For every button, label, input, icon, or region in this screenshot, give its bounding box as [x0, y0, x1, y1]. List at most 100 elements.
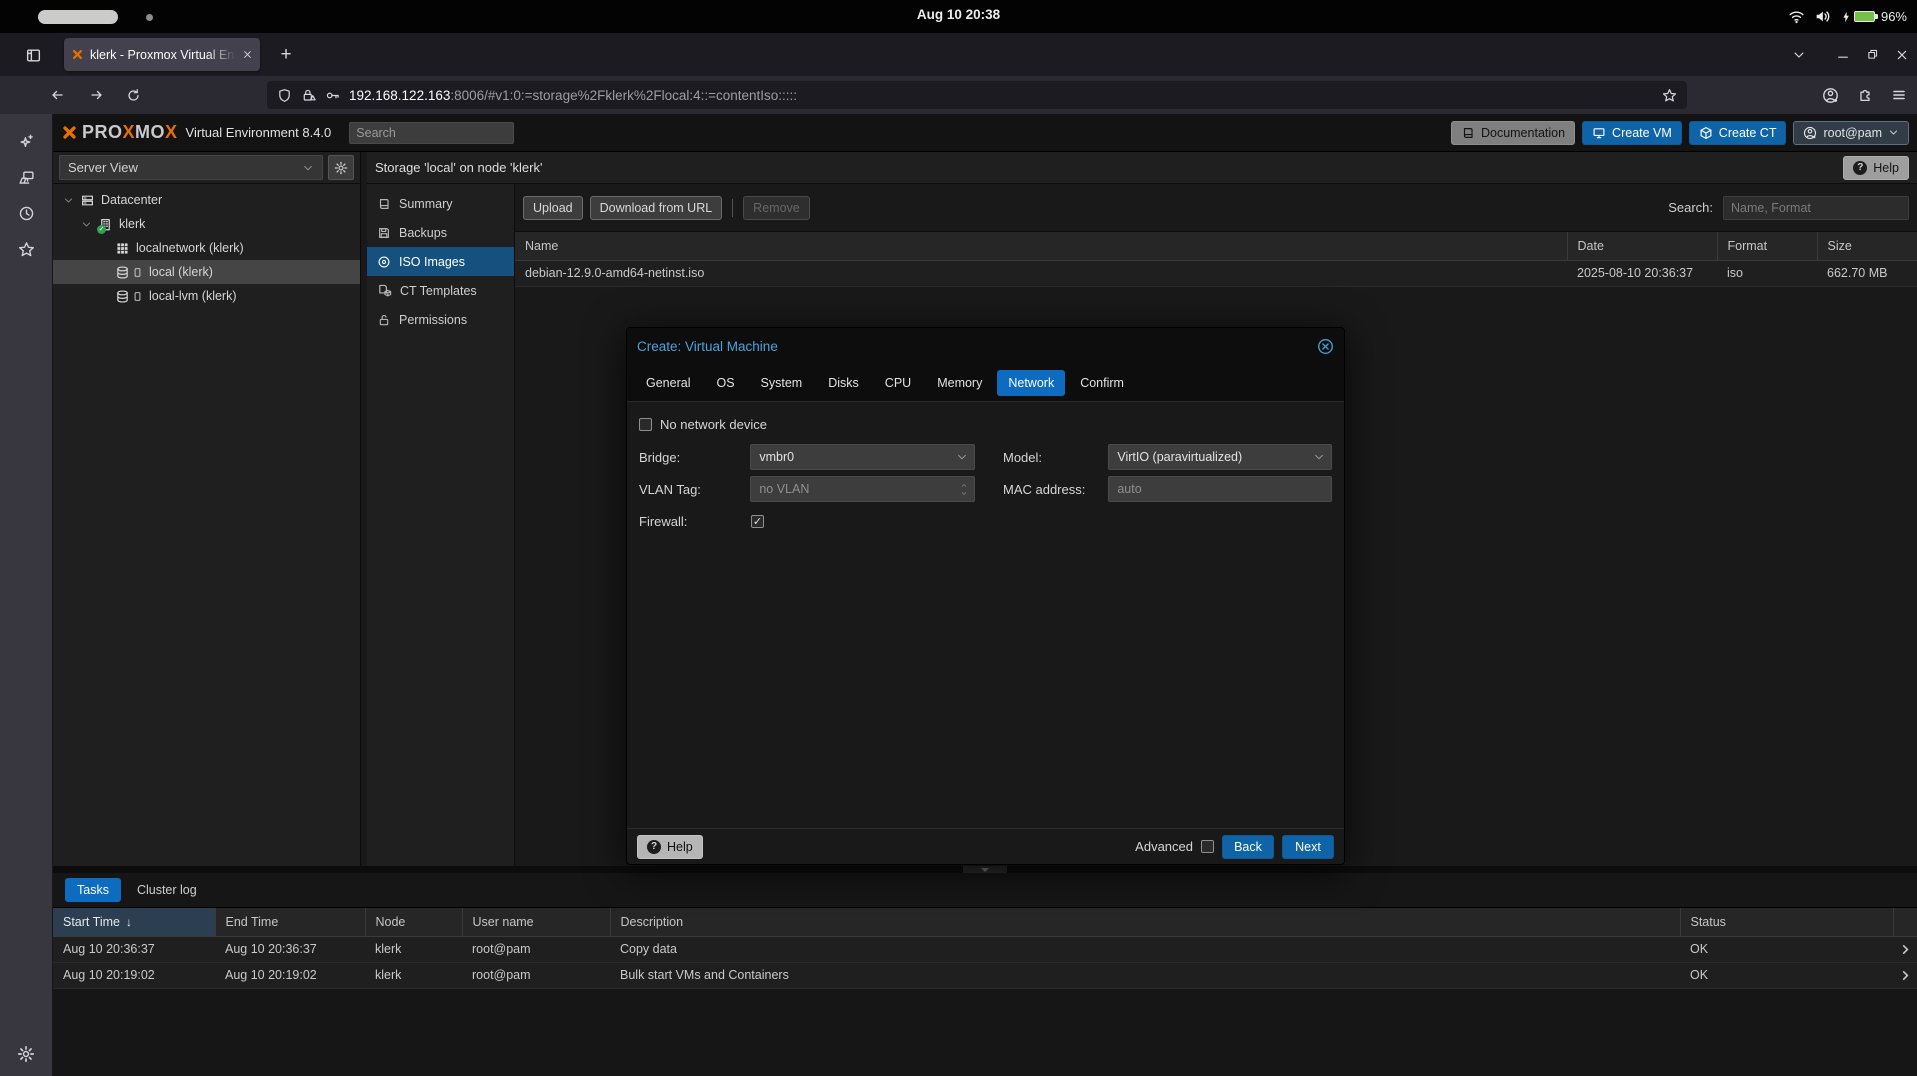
col-header-size[interactable]: Size	[1817, 232, 1917, 260]
tree-settings-button[interactable]	[328, 155, 354, 180]
mac-field[interactable]	[1108, 476, 1332, 502]
list-all-tabs-icon[interactable]	[1792, 48, 1806, 62]
passkey-icon[interactable]	[325, 88, 340, 103]
model-combobox[interactable]	[1108, 444, 1332, 470]
tree-item-localnetwork[interactable]: localnetwork (klerk)	[53, 236, 360, 260]
window-restore-icon[interactable]	[1866, 48, 1879, 61]
download-from-url-button[interactable]: Download from URL	[590, 196, 723, 220]
col-header-user-name[interactable]: User name	[462, 908, 610, 936]
tab-close-icon[interactable]	[242, 49, 253, 60]
activities-pill[interactable]	[38, 10, 118, 24]
dialog-help-button[interactable]: Help	[637, 835, 703, 859]
vlan-input[interactable]	[751, 477, 974, 501]
tab-confirm[interactable]: Confirm	[1069, 370, 1135, 396]
vlan-spinner[interactable]	[750, 476, 975, 502]
reload-button[interactable]	[118, 81, 148, 109]
settings-button[interactable]	[10, 1039, 42, 1069]
col-header-name[interactable]: Name	[515, 232, 1567, 260]
tab-tasks[interactable]: Tasks	[65, 878, 121, 902]
sort-desc-icon	[120, 915, 132, 929]
documentation-button[interactable]: Documentation	[1451, 121, 1575, 145]
expander-icon[interactable]	[63, 195, 74, 206]
task-row[interactable]: Aug 10 20:19:02Aug 10 20:19:02klerkroot@…	[53, 962, 1917, 988]
model-value[interactable]	[1109, 445, 1331, 469]
tree-item-local-lvm-storage[interactable]: local-lvm (klerk)	[53, 284, 360, 308]
chevron-down-icon[interactable]	[956, 451, 968, 463]
tab-memory[interactable]: Memory	[926, 370, 993, 396]
tab-cpu[interactable]: CPU	[874, 370, 922, 396]
view-selector[interactable]: Server View	[59, 155, 323, 180]
url-bar[interactable]: 192.168.122.163:8006/#v1:0:=storage%2Fkl…	[267, 81, 1687, 109]
user-menu-button[interactable]: root@pam	[1793, 121, 1909, 145]
help-button[interactable]: Help	[1843, 156, 1909, 180]
tab-cluster-log[interactable]: Cluster log	[125, 878, 209, 902]
tree-item-datacenter[interactable]: Datacenter	[53, 188, 360, 212]
tree-item-local-storage[interactable]: local (klerk)	[53, 260, 360, 284]
col-header-status[interactable]: Status	[1680, 908, 1893, 936]
window-close-icon[interactable]	[1895, 48, 1909, 62]
col-header-description[interactable]: Description	[610, 908, 1680, 936]
tree-item-node[interactable]: klerk	[53, 212, 360, 236]
spin-down-icon[interactable]	[959, 490, 969, 497]
spin-up-icon[interactable]	[959, 482, 969, 489]
splitter-collapse-handle[interactable]	[963, 866, 1007, 873]
history-button[interactable]	[10, 198, 42, 228]
chevron-down-icon	[1888, 127, 1899, 138]
tab-os[interactable]: OS	[705, 370, 745, 396]
forward-button[interactable]	[82, 81, 112, 109]
iso-filter-input[interactable]	[1723, 196, 1909, 220]
spinner-buttons[interactable]	[959, 482, 969, 497]
remove-button[interactable]: Remove	[743, 196, 810, 220]
col-header-node[interactable]: Node	[365, 908, 462, 936]
tracking-shield-icon[interactable]	[277, 88, 292, 103]
firewall-checkbox[interactable]	[751, 515, 764, 528]
create-vm-button[interactable]: Create VM	[1582, 121, 1682, 145]
browser-tab[interactable]: klerk - Proxmox Virtual En	[64, 38, 260, 71]
back-button[interactable]: Back	[1222, 835, 1274, 859]
new-tab-button[interactable]: +	[272, 41, 300, 69]
app-menu-icon[interactable]	[1891, 87, 1907, 103]
menu-item-ct-templates[interactable]: CT Templates	[367, 276, 514, 305]
chevron-down-icon[interactable]	[1313, 451, 1325, 463]
bridge-combobox[interactable]	[750, 444, 975, 470]
bridge-value[interactable]	[751, 445, 974, 469]
system-clock[interactable]: Aug 10 20:38	[917, 7, 1000, 22]
tab-network[interactable]: Network	[997, 370, 1065, 396]
system-tray[interactable]: 96%	[1788, 0, 1907, 33]
task-row[interactable]: Aug 10 20:36:37Aug 10 20:36:37klerkroot@…	[53, 936, 1917, 962]
insecure-lock-icon[interactable]	[301, 88, 316, 103]
upload-button[interactable]: Upload	[523, 196, 583, 220]
menu-item-summary[interactable]: Summary	[367, 189, 514, 218]
ai-chat-button[interactable]	[10, 126, 42, 156]
col-header-format[interactable]: Format	[1717, 232, 1817, 260]
extensions-puzzle-icon[interactable]	[1857, 87, 1873, 103]
menu-item-iso-images[interactable]: ISO Images	[367, 247, 514, 276]
mac-input[interactable]	[1109, 477, 1331, 501]
next-button[interactable]: Next	[1282, 835, 1334, 859]
col-header-start-time[interactable]: Start Time	[53, 908, 215, 936]
no-network-device-checkbox[interactable]	[639, 418, 652, 431]
col-header-date[interactable]: Date	[1567, 232, 1717, 260]
bookmark-star-icon[interactable]	[1662, 88, 1677, 103]
chevron-right-icon[interactable]	[1899, 943, 1912, 956]
menu-item-permissions[interactable]: Permissions	[367, 305, 514, 334]
bookmarks-button[interactable]	[10, 234, 42, 264]
advanced-checkbox[interactable]	[1201, 840, 1214, 853]
dialog-close-icon[interactable]	[1317, 338, 1334, 355]
create-ct-button[interactable]: Create CT	[1689, 121, 1787, 145]
global-search-input[interactable]	[349, 122, 514, 144]
expander-icon[interactable]	[81, 219, 92, 230]
menu-item-backups[interactable]: Backups	[367, 218, 514, 247]
back-button[interactable]	[42, 81, 72, 109]
col-header-end-time[interactable]: End Time	[215, 908, 365, 936]
sidebar-toggle-button[interactable]	[18, 42, 48, 68]
account-icon[interactable]	[1822, 87, 1839, 104]
chevron-right-icon[interactable]	[1899, 969, 1912, 982]
horizontal-splitter[interactable]	[53, 866, 1917, 873]
tab-disks[interactable]: Disks	[817, 370, 870, 396]
tab-system[interactable]: System	[750, 370, 814, 396]
iso-row[interactable]: debian-12.9.0-amd64-netinst.iso 2025-08-…	[515, 260, 1917, 286]
tab-general[interactable]: General	[635, 370, 701, 396]
window-minimize-icon[interactable]	[1836, 48, 1850, 62]
synced-tabs-button[interactable]	[10, 162, 42, 192]
